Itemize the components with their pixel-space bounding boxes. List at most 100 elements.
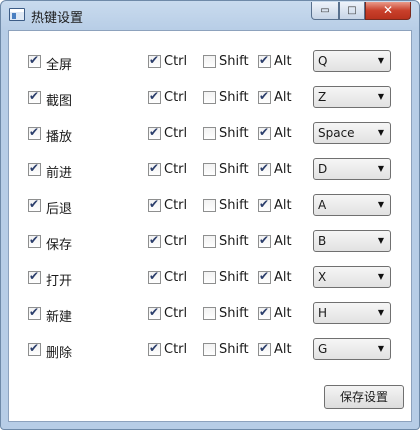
dropdown-arrow-icon: ▼ (377, 236, 384, 245)
dropdown-arrow-icon: ▼ (377, 200, 384, 209)
action-checkbox[interactable] (28, 341, 41, 356)
key-select[interactable]: H ▼ (313, 302, 391, 324)
shift-checkbox[interactable] (203, 235, 216, 248)
dropdown-arrow-icon: ▼ (377, 344, 384, 353)
key-select-value: Z (318, 90, 327, 104)
minimize-button[interactable]: ▭ (311, 2, 339, 20)
shift-label: Shift (219, 54, 249, 69)
alt-checkbox[interactable] (258, 305, 271, 320)
alt-label: Alt (274, 162, 292, 177)
ctrl-checkbox[interactable] (148, 305, 161, 320)
close-button[interactable]: ✕ (365, 2, 411, 20)
key-select[interactable]: Z ▼ (313, 86, 391, 108)
alt-label: Alt (274, 306, 292, 321)
shift-checkbox[interactable] (203, 271, 216, 284)
alt-checkbox[interactable] (258, 125, 271, 140)
shift-checkbox[interactable] (203, 307, 216, 320)
shift-label: Shift (219, 90, 249, 105)
window-app-icon (9, 8, 25, 21)
alt-label: Alt (274, 54, 292, 69)
ctrl-label: Ctrl (164, 342, 188, 357)
action-checkbox[interactable] (28, 89, 41, 104)
ctrl-checkbox[interactable] (148, 161, 161, 176)
key-select-value: B (318, 234, 327, 248)
ctrl-label: Ctrl (164, 198, 188, 213)
alt-checkbox[interactable] (258, 53, 271, 68)
ctrl-label: Ctrl (164, 306, 188, 321)
alt-label: Alt (274, 90, 292, 105)
alt-checkbox[interactable] (258, 161, 271, 176)
ctrl-label: Ctrl (164, 234, 188, 249)
dropdown-arrow-icon: ▼ (377, 128, 384, 137)
key-select[interactable]: X ▼ (313, 266, 391, 288)
ctrl-checkbox[interactable] (148, 341, 161, 356)
action-label: 打开 (46, 274, 73, 289)
action-checkbox[interactable] (28, 305, 41, 320)
action-checkbox[interactable] (28, 197, 41, 212)
hotkey-row: 截图CtrlShiftAltZ▼ (9, 86, 413, 109)
key-select[interactable]: G ▼ (313, 338, 391, 360)
ctrl-checkbox[interactable] (148, 125, 161, 140)
action-label: 前进 (46, 166, 73, 181)
alt-checkbox[interactable] (258, 233, 271, 248)
dropdown-arrow-icon: ▼ (377, 164, 384, 173)
key-select-value: Space (318, 126, 355, 140)
hotkey-row: 前进CtrlShiftAltD▼ (9, 158, 413, 181)
key-select-value: A (318, 198, 327, 212)
alt-checkbox[interactable] (258, 197, 271, 212)
maximize-button[interactable]: □ (339, 2, 365, 20)
action-checkbox[interactable] (28, 53, 41, 68)
key-select[interactable]: Q ▼ (313, 50, 391, 72)
alt-label: Alt (274, 126, 292, 141)
hotkey-row: 播放 Ctrl Shift Alt Space ▼ (9, 122, 413, 145)
shift-label: Shift (219, 270, 249, 285)
alt-label: Alt (274, 234, 292, 249)
action-checkbox[interactable] (28, 125, 41, 140)
ctrl-checkbox[interactable] (148, 233, 161, 248)
alt-checkbox[interactable] (258, 269, 271, 284)
ctrl-checkbox[interactable] (148, 269, 161, 284)
shift-checkbox[interactable] (203, 343, 216, 356)
action-label: 后退 (46, 202, 73, 217)
ctrl-label: Ctrl (164, 270, 188, 285)
key-select[interactable]: A ▼ (313, 194, 391, 216)
shift-checkbox[interactable] (203, 163, 216, 176)
key-select-value: X (318, 270, 327, 284)
dropdown-arrow-icon: ▼ (377, 56, 384, 65)
shift-checkbox[interactable] (203, 91, 216, 104)
save-settings-button[interactable]: 保存设置 (324, 385, 404, 409)
ctrl-checkbox[interactable] (148, 197, 161, 212)
shift-label: Shift (219, 198, 249, 213)
hotkey-row: 后退CtrlShiftAltA▼ (9, 194, 413, 217)
key-select-value: Q (318, 54, 328, 68)
key-select-value: G (318, 342, 328, 356)
dropdown-arrow-icon: ▼ (377, 272, 384, 281)
ctrl-checkbox[interactable] (148, 53, 161, 68)
alt-checkbox[interactable] (258, 89, 271, 104)
shift-checkbox[interactable] (203, 55, 216, 68)
shift-checkbox[interactable] (203, 199, 216, 212)
action-checkbox[interactable] (28, 161, 41, 176)
key-select[interactable]: B ▼ (313, 230, 391, 252)
hotkey-settings-window: 热键设置 ▭ □ ✕ 全屏CtrlShiftAltQ▼截图CtrlShiftAl… (0, 0, 420, 430)
ctrl-checkbox[interactable] (148, 89, 161, 104)
shift-label: Shift (219, 162, 249, 177)
key-select[interactable]: D ▼ (313, 158, 391, 180)
key-select[interactable]: Space ▼ (313, 122, 391, 144)
action-checkbox[interactable] (28, 269, 41, 284)
dropdown-arrow-icon: ▼ (377, 308, 384, 317)
key-select-value: H (318, 306, 328, 320)
ctrl-label: Ctrl (164, 54, 188, 69)
shift-checkbox[interactable] (203, 127, 216, 140)
action-label: 全屏 (46, 58, 73, 73)
action-label: 播放 (46, 130, 73, 145)
hotkey-row: 新建CtrlShiftAltH▼ (9, 302, 413, 325)
action-checkbox[interactable] (28, 233, 41, 248)
alt-checkbox[interactable] (258, 341, 271, 356)
shift-label: Shift (219, 234, 249, 249)
dropdown-arrow-icon: ▼ (377, 92, 384, 101)
alt-label: Alt (274, 342, 292, 357)
ctrl-label: Ctrl (164, 90, 188, 105)
hotkey-row: 打开CtrlShiftAltX▼ (9, 266, 413, 289)
hotkey-row: 删除CtrlShiftAltG▼ (9, 338, 413, 361)
